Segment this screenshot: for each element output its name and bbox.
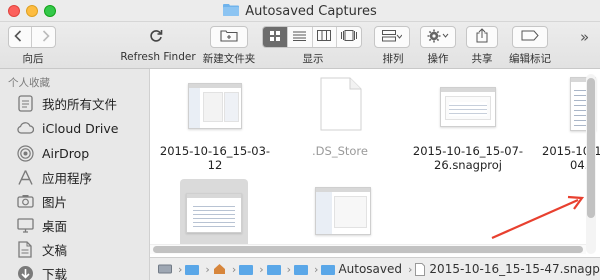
chevron-right-icon: › <box>259 262 264 276</box>
forward-chevron-icon[interactable] <box>42 29 50 45</box>
back-forward-buttons <box>8 26 56 48</box>
sidebar-item-label: 图片 <box>42 194 68 210</box>
desktop-icon <box>16 216 34 234</box>
path-folder-icon[interactable] <box>266 264 281 275</box>
document-icon <box>16 240 34 258</box>
gear-icon <box>427 29 449 46</box>
share-icon <box>476 28 488 46</box>
sidebar-item-all-files[interactable]: 我的所有文件 <box>0 91 150 115</box>
chevron-right-icon: › <box>178 262 183 276</box>
coverflow-icon <box>341 30 358 44</box>
file-browser: 2015-10-16_15-03- 12 .DS_Store 2015-10-16… <box>150 69 600 257</box>
path-disk-icon[interactable] <box>158 263 172 275</box>
file-thumbnail[interactable] <box>440 87 496 127</box>
columns-icon <box>317 30 332 44</box>
share-button[interactable] <box>466 26 498 48</box>
view-label: 显示 <box>302 53 324 65</box>
titlebar: Autosaved Captures <box>0 0 600 22</box>
path-folder-autosaved[interactable]: Autosaved <box>321 262 402 276</box>
file-name[interactable]: 2015-10-16_15-03- 12 <box>155 144 275 172</box>
vertical-scrollbar-thumb[interactable] <box>587 78 595 218</box>
cloud-icon <box>16 119 34 137</box>
refresh-finder-label[interactable]: Refresh Finder <box>118 51 198 63</box>
camera-icon <box>16 192 34 210</box>
icon-view-button[interactable] <box>263 27 288 47</box>
file-name[interactable]: .DS_Store <box>285 144 395 158</box>
blank-document-icon[interactable] <box>320 77 362 134</box>
column-view-button[interactable] <box>313 27 338 47</box>
airdrop-icon <box>16 144 34 162</box>
list-view-button[interactable] <box>288 27 313 47</box>
arrange-button[interactable] <box>374 26 410 48</box>
sidebar-item-downloads[interactable]: 下载 <box>0 261 150 280</box>
chevron-right-icon: › <box>231 262 237 276</box>
arrange-icon <box>382 29 403 45</box>
sidebar-item-pictures[interactable]: 图片 <box>0 189 150 213</box>
view-mode-segment <box>262 26 362 48</box>
chevron-right-icon: › <box>205 262 210 276</box>
path-bar: › › › › › › Autosaved › 2015-10-16_15-15… <box>150 257 600 280</box>
list-icon <box>293 30 307 44</box>
sidebar-item-desktop[interactable]: 桌面 <box>0 213 150 237</box>
all-files-icon <box>16 94 34 112</box>
action-label: 操作 <box>427 53 449 65</box>
grid-icon <box>269 30 281 45</box>
edit-tags-label: 编辑标记 <box>509 53 551 65</box>
edit-tags-button[interactable] <box>512 26 548 48</box>
sidebar-item-label: 应用程序 <box>42 170 93 186</box>
toolbar-overflow-button[interactable]: » <box>580 28 589 46</box>
folder-icon <box>223 3 240 20</box>
applications-icon <box>16 168 34 186</box>
path-file[interactable]: 2015-10-16_15-15-47.snagproj <box>415 262 600 276</box>
sidebar-item-label: iCloud Drive <box>42 120 119 136</box>
sidebar-item-documents[interactable]: 文稿 <box>0 237 150 261</box>
chevron-right-icon: › <box>408 262 413 276</box>
sidebar-item-label: 文稿 <box>42 242 68 258</box>
toolbar: 向后 Refresh Finder 新建文件夹 显示 排列 操作 共享 编辑标记… <box>0 22 600 69</box>
action-button[interactable] <box>420 26 456 48</box>
finder-window: Autosaved Captures 向后 Refresh Finder 新建文… <box>0 0 600 280</box>
path-home-icon[interactable] <box>213 263 226 275</box>
path-folder-icon[interactable] <box>185 264 200 275</box>
path-file-label: 2015-10-16_15-15-47.snagproj <box>429 262 600 276</box>
chevron-right-icon: › <box>314 262 319 276</box>
sidebar-header: 个人收藏 <box>8 77 50 89</box>
window-title: Autosaved Captures <box>245 4 377 19</box>
path-folder-icon[interactable] <box>239 264 254 275</box>
sidebar-item-label: 下载 <box>42 266 68 280</box>
coverflow-view-button[interactable] <box>337 27 361 47</box>
sidebar: 个人收藏 我的所有文件 iCloud Drive AirDrop 应用程序 图片… <box>0 69 150 280</box>
file-name[interactable]: 2015-10-16_15-07- 26.snagproj <box>408 144 528 172</box>
window-title-group: Autosaved Captures <box>0 3 600 20</box>
file-thumbnail[interactable] <box>315 187 371 235</box>
sidebar-item-label: AirDrop <box>42 145 90 161</box>
arrange-label: 排列 <box>382 53 404 65</box>
sidebar-item-label: 我的所有文件 <box>42 96 118 112</box>
path-folder-label: Autosaved <box>338 262 403 276</box>
back-label: 向后 <box>22 53 44 65</box>
new-folder-label: 新建文件夹 <box>202 53 256 65</box>
sidebar-item-applications[interactable]: 应用程序 <box>0 165 150 189</box>
sidebar-item-icloud-drive[interactable]: iCloud Drive <box>0 116 150 140</box>
sidebar-item-airdrop[interactable]: AirDrop <box>0 141 150 165</box>
back-chevron-icon[interactable] <box>14 29 22 45</box>
new-folder-button[interactable] <box>210 26 248 48</box>
path-folder-icon[interactable] <box>294 264 309 275</box>
new-folder-icon <box>220 29 238 45</box>
file-thumbnail[interactable] <box>186 193 242 233</box>
share-label: 共享 <box>471 53 493 65</box>
download-icon <box>16 264 34 280</box>
chevron-right-icon: › <box>286 262 292 276</box>
file-thumbnail[interactable] <box>188 83 242 129</box>
refresh-icon[interactable] <box>148 28 164 47</box>
tag-icon <box>521 30 539 44</box>
sidebar-item-label: 桌面 <box>42 218 68 234</box>
horizontal-scrollbar-thumb[interactable] <box>153 246 583 253</box>
